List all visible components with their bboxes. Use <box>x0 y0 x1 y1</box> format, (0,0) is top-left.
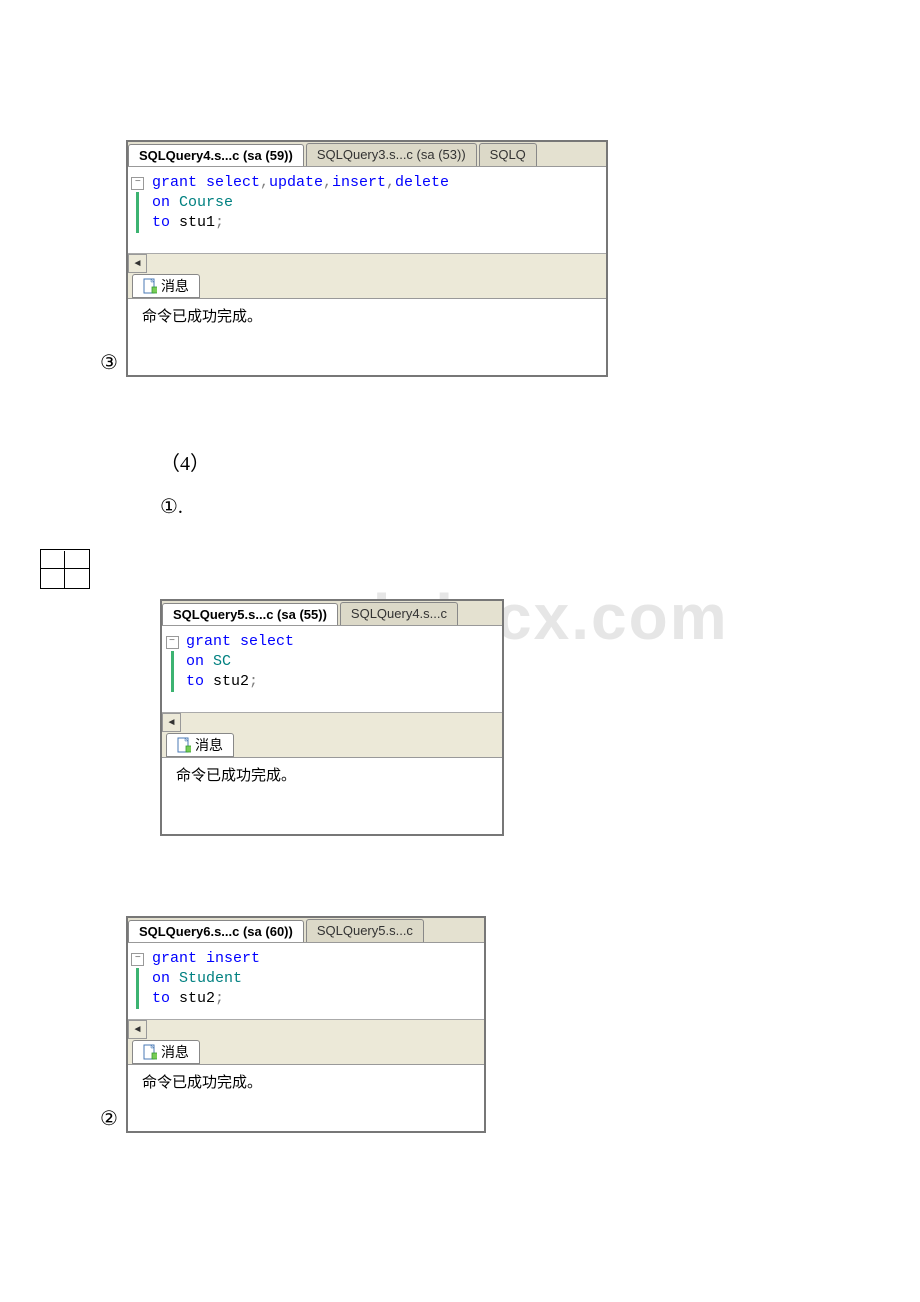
block-2: ② SQLQuery6.s...c (sa (60)) SQLQuery5.s.… <box>100 906 820 1133</box>
messages-tab[interactable]: 消息 <box>132 274 200 298</box>
document-icon <box>143 278 157 294</box>
tab-inactive[interactable]: SQLQuery4.s...c <box>340 602 458 625</box>
tab-active[interactable]: SQLQuery6.s...c (sa (60)) <box>128 920 304 943</box>
h-scrollbar[interactable]: ◄ <box>128 1019 484 1038</box>
h-scrollbar[interactable]: ◄ <box>128 253 606 272</box>
annotation-paren-4: （4） <box>160 447 820 476</box>
fold-gutter: − <box>128 173 148 233</box>
annotation-circle-2: ② <box>100 1106 118 1131</box>
tab-bar: SQLQuery6.s...c (sa (60)) SQLQuery5.s...… <box>128 918 484 943</box>
scroll-left-icon[interactable]: ◄ <box>128 254 147 273</box>
code-editor[interactable]: − grant selecton SCto stu2; <box>162 626 502 712</box>
fold-minus-icon[interactable]: − <box>131 177 144 190</box>
code-lines: grant selecton SCto stu2; <box>182 632 294 692</box>
messages-output: 命令已成功完成。 <box>162 757 502 834</box>
messages-tab-label: 消息 <box>195 735 223 755</box>
document-icon <box>143 1044 157 1060</box>
document-icon <box>177 737 191 753</box>
fold-gutter: − <box>162 632 182 692</box>
sql-window-1: SQLQuery4.s...c (sa (59)) SQLQuery3.s...… <box>126 140 608 377</box>
tab-active[interactable]: SQLQuery4.s...c (sa (59)) <box>128 144 304 167</box>
messages-output: 命令已成功完成。 <box>128 1064 484 1131</box>
tab-active[interactable]: SQLQuery5.s...c (sa (55)) <box>162 603 338 626</box>
code-lines: grant inserton Studentto stu2; <box>148 949 260 1009</box>
tab-bar: SQLQuery4.s...c (sa (59)) SQLQuery3.s...… <box>128 142 606 167</box>
messages-tab[interactable]: 消息 <box>132 1040 200 1064</box>
fold-minus-icon[interactable]: − <box>166 636 179 649</box>
code-editor[interactable]: − grant inserton Studentto stu2; <box>128 943 484 1019</box>
sql-window-3: SQLQuery6.s...c (sa (60)) SQLQuery5.s...… <box>126 916 486 1133</box>
h-scrollbar[interactable]: ◄ <box>162 712 502 731</box>
sql-window-2: SQLQuery5.s...c (sa (55)) SQLQuery4.s...… <box>160 599 504 836</box>
messages-tab-label: 消息 <box>161 276 189 296</box>
messages-output: 命令已成功完成。 <box>128 298 606 375</box>
annotation-circle-1: ①. <box>160 494 820 519</box>
messages-tab-label: 消息 <box>161 1042 189 1062</box>
fold-minus-icon[interactable]: − <box>131 953 144 966</box>
tab-bar: SQLQuery5.s...c (sa (55)) SQLQuery4.s...… <box>162 601 502 626</box>
results-tab-bar: 消息 <box>128 1038 484 1064</box>
results-tab-bar: 消息 <box>128 272 606 298</box>
results-tab-bar: 消息 <box>162 731 502 757</box>
fold-gutter: − <box>128 949 148 1009</box>
tab-inactive-overflow[interactable]: SQLQ <box>479 143 537 166</box>
tab-inactive[interactable]: SQLQuery3.s...c (sa (53)) <box>306 143 477 166</box>
messages-tab[interactable]: 消息 <box>166 733 234 757</box>
code-lines: grant select,update,insert,deleteon Cour… <box>148 173 449 233</box>
code-editor[interactable]: − grant select,update,insert,deleteon Co… <box>128 167 606 253</box>
scroll-left-icon[interactable]: ◄ <box>128 1020 147 1039</box>
scroll-left-icon[interactable]: ◄ <box>162 713 181 732</box>
tab-inactive[interactable]: SQLQuery5.s...c <box>306 919 424 942</box>
annotation-circle-3: ③ <box>100 350 118 375</box>
block-3: ③ SQLQuery4.s...c (sa (59)) SQLQuery3.s.… <box>100 130 820 377</box>
empty-table-marker <box>40 549 90 589</box>
